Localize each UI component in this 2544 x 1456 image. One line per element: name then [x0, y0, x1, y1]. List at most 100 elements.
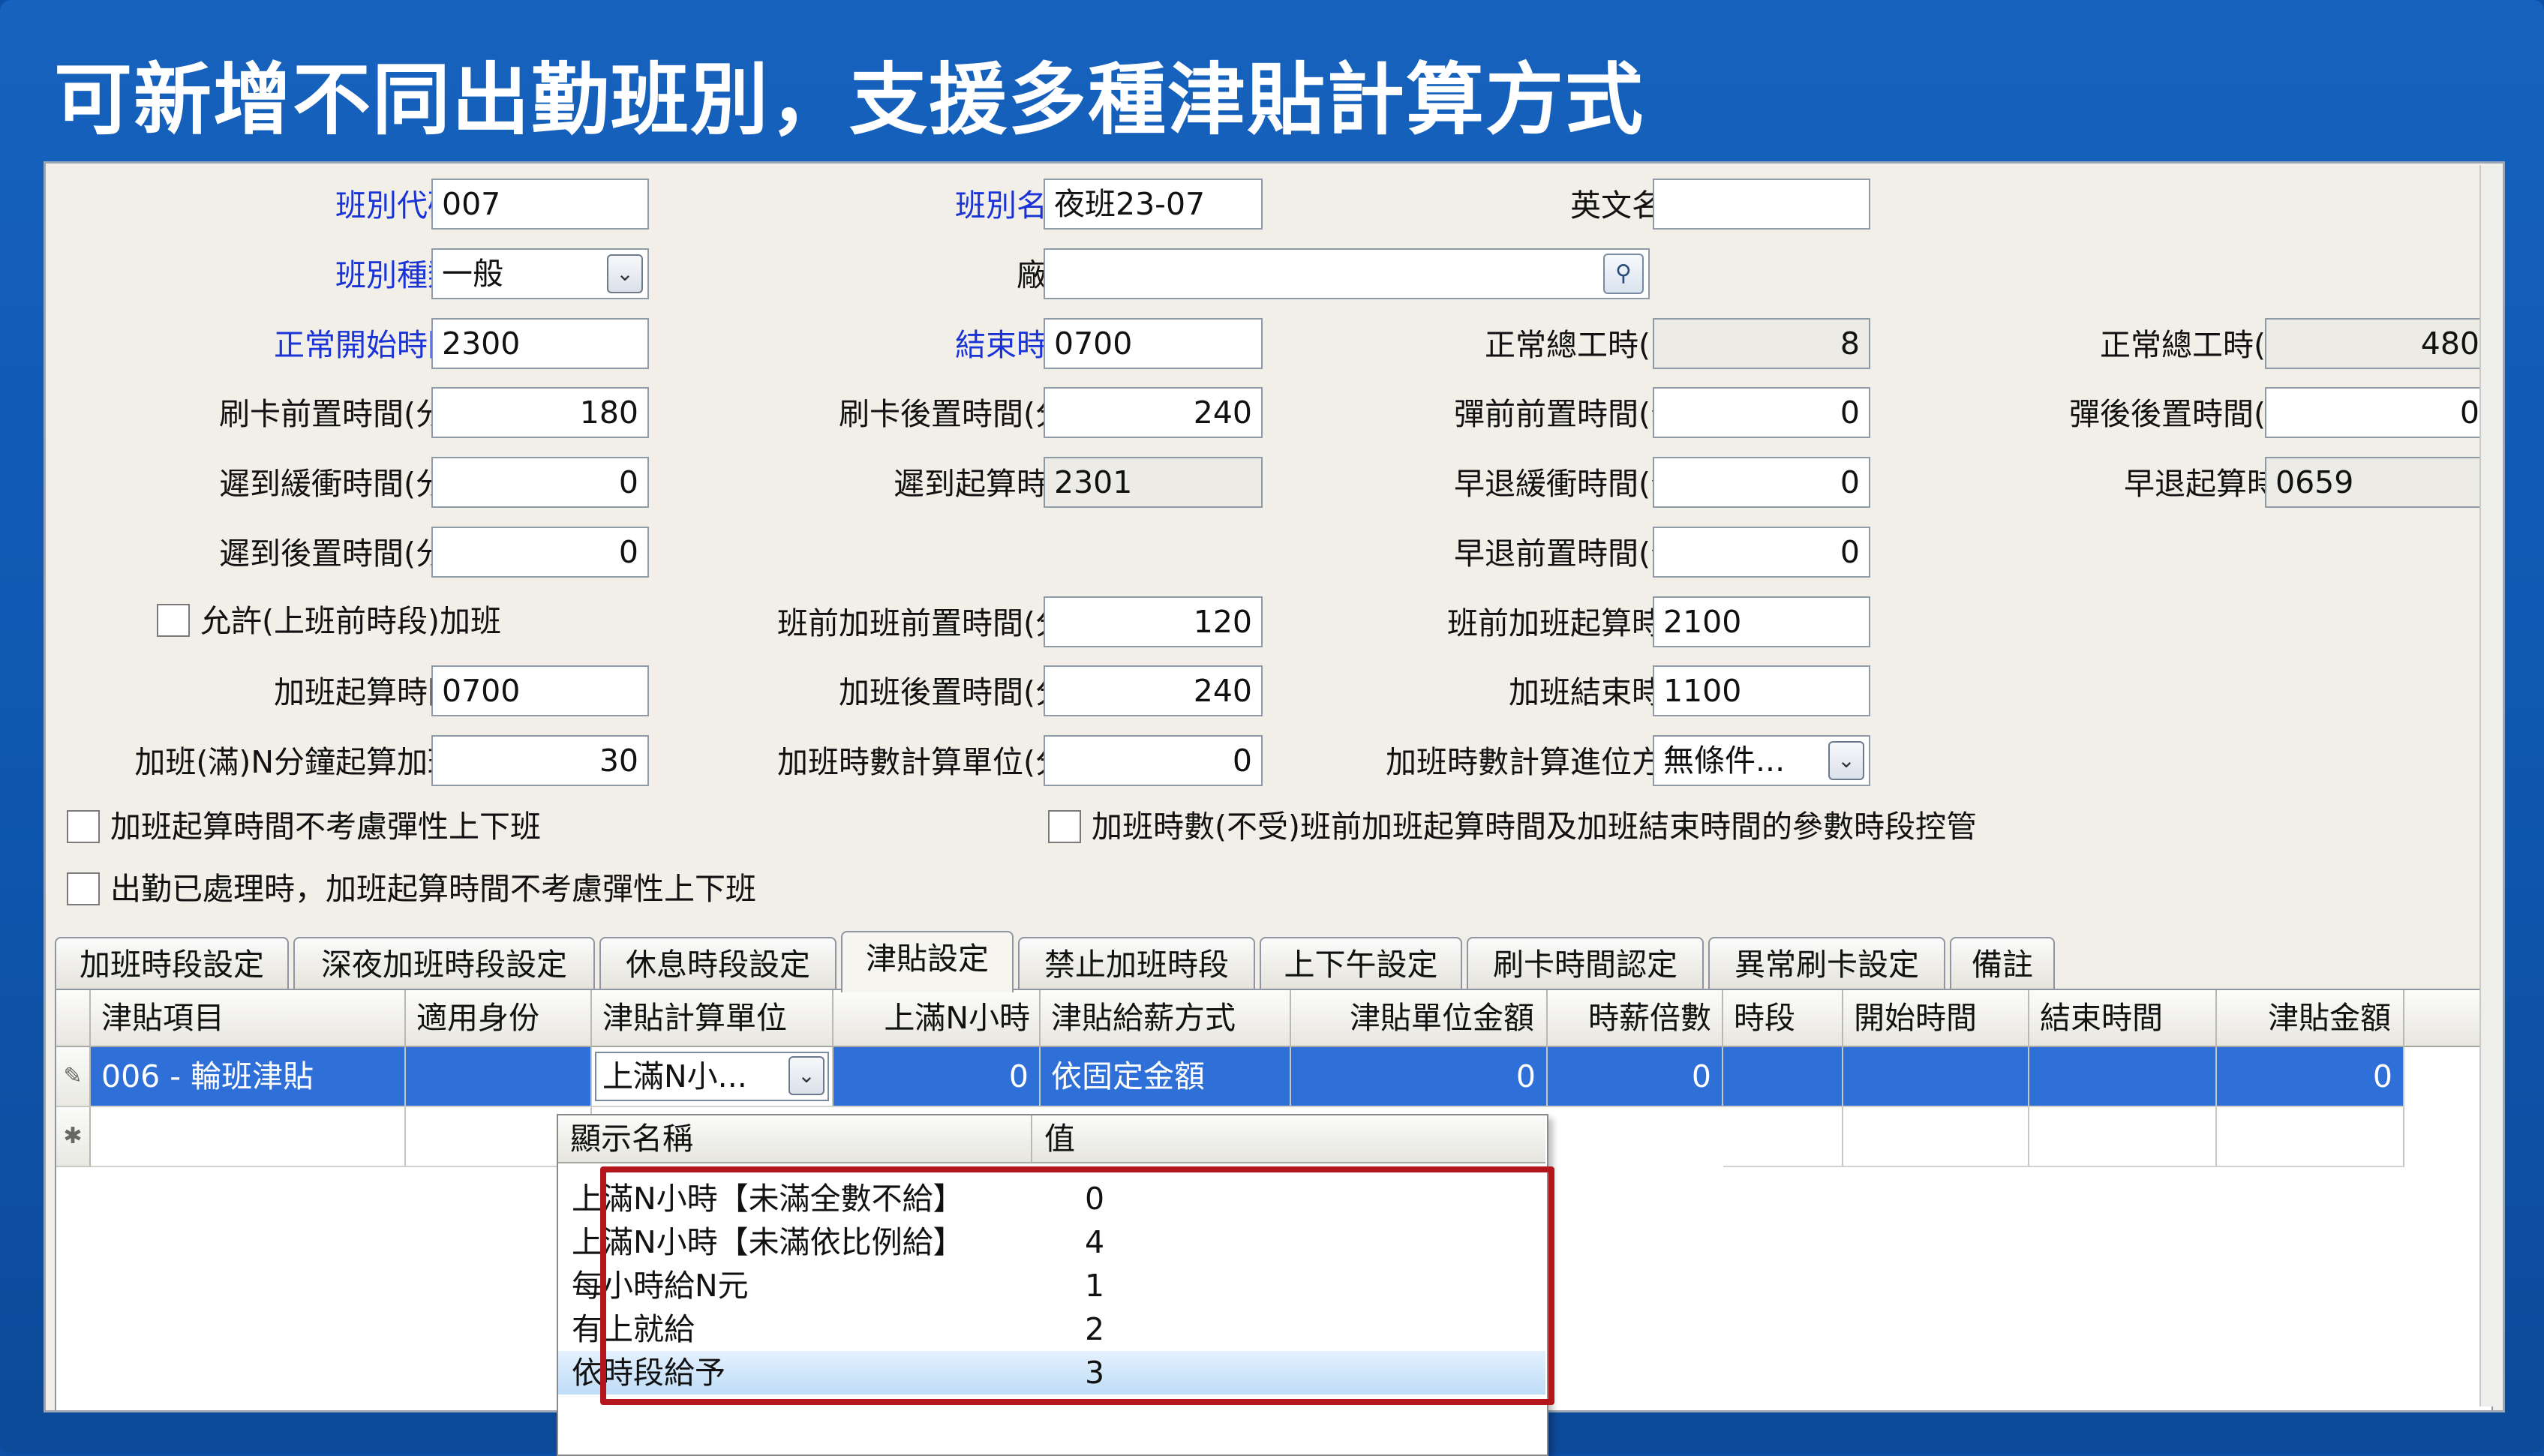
allow-pre-ot-checkbox[interactable]	[157, 604, 190, 637]
cell-calc-unit[interactable]: 上滿N小... ⌄	[592, 1047, 833, 1107]
edit-row-icon[interactable]: ✎	[56, 1047, 91, 1107]
col-header-item[interactable]: 津貼項目	[91, 990, 406, 1047]
normal-start-field[interactable]: 2300	[431, 318, 649, 369]
shift-code-label: 班別代碼	[335, 188, 458, 224]
normal-minutes-label: 正常總工時(分)	[2100, 327, 2308, 363]
early-start-field: 0659	[2265, 457, 2490, 508]
tab-break-periods[interactable]: 休息時段設定	[599, 937, 836, 991]
col-header-n-hours[interactable]: 上滿N小時	[833, 990, 1041, 1047]
tab-abnormal-punch[interactable]: 異常刷卡設定	[1708, 937, 1945, 991]
end-time-field[interactable]: 0700	[1044, 318, 1263, 369]
search-icon[interactable]: ⚲	[1603, 254, 1644, 294]
punch-after-field[interactable]: 240	[1044, 387, 1263, 438]
attendance-processed-checkbox[interactable]	[67, 872, 100, 905]
tab-notes[interactable]: 備註	[1950, 937, 2055, 991]
pre-ot-start-label: 班前加班起算時間	[1447, 605, 1693, 641]
flex-before-pre-field[interactable]: 0	[1653, 387, 1870, 438]
col-header-end-time[interactable]: 結束時間	[2029, 990, 2217, 1047]
chevron-down-icon[interactable]: ⌄	[607, 254, 643, 293]
cell-item[interactable]: 006 - 輪班津貼	[91, 1047, 406, 1107]
col-header-unit-amount[interactable]: 津貼單位金額	[1291, 990, 1548, 1047]
pre-ot-start-field[interactable]: 2100	[1653, 596, 1870, 647]
allow-pre-ot-label: 允許(上班前時段)加班	[200, 603, 501, 639]
settings-tabs: 加班時段設定 深夜加班時段設定 休息時段設定 津貼設定 禁止加班時段 上下午設定…	[55, 931, 2500, 992]
late-start-field: 2301	[1044, 457, 1263, 508]
ot-start-field[interactable]: 0700	[431, 665, 649, 716]
col-header-start-time[interactable]: 開始時間	[1843, 990, 2029, 1047]
early-start-label: 早退起算時間	[2124, 466, 2308, 502]
ot-full-n-field[interactable]: 30	[431, 735, 649, 786]
tab-allowance-settings[interactable]: 津貼設定	[841, 931, 1014, 992]
ot-end-field[interactable]: 1100	[1653, 665, 1870, 716]
cell-hourly-multiple[interactable]: 0	[1548, 1047, 1723, 1107]
punch-after-label: 刷卡後置時間(分)	[839, 396, 1078, 432]
ot-round-select[interactable]: 無條件... ⌄	[1653, 735, 1870, 786]
col-header-hourly-multiple[interactable]: 時薪倍數	[1548, 990, 1723, 1047]
ot-unit-field[interactable]: 0	[1044, 735, 1263, 786]
new-cell-end-time[interactable]	[2029, 1107, 2217, 1167]
tab-night-overtime[interactable]: 深夜加班時段設定	[293, 937, 595, 991]
shift-name-field[interactable]: 夜班23-07	[1044, 179, 1263, 230]
factory-field[interactable]: ⚲	[1044, 248, 1650, 299]
cell-start-time[interactable]	[1843, 1047, 2029, 1107]
cell-identity[interactable]	[406, 1047, 592, 1107]
calc-unit-value: 上滿N小...	[602, 1058, 747, 1094]
early-pre-field[interactable]: 0	[1653, 527, 1870, 578]
dropdown-option[interactable]: 上滿N小時【未滿依比例給】 4	[558, 1220, 1545, 1264]
cell-end-time[interactable]	[2029, 1047, 2217, 1107]
cell-pay-method[interactable]: 依固定金額	[1041, 1047, 1291, 1107]
tab-am-pm[interactable]: 上下午設定	[1260, 937, 1462, 991]
shift-name-label: 班別名稱	[955, 188, 1078, 224]
tab-no-overtime[interactable]: 禁止加班時段	[1018, 937, 1255, 991]
punch-before-field[interactable]: 180	[431, 387, 649, 438]
dropdown-header-value: 值	[1032, 1115, 1545, 1163]
dropdown-option[interactable]: 有上就給 2	[558, 1307, 1545, 1351]
ot-unit-label: 加班時數計算單位(分)	[777, 744, 1078, 780]
chevron-down-icon[interactable]: ⌄	[788, 1056, 824, 1095]
late-buffer-label: 遲到緩衝時間(分)	[219, 466, 458, 502]
shift-type-value: 一般	[442, 256, 503, 292]
ot-start-label: 加班起算時間	[274, 674, 458, 710]
new-cell-start-time[interactable]	[1843, 1107, 2029, 1167]
new-cell-amount[interactable]	[2217, 1107, 2404, 1167]
dropdown-header-name: 顯示名稱	[558, 1115, 1032, 1163]
grid-corner	[56, 990, 91, 1047]
cell-amount[interactable]: 0	[2217, 1047, 2404, 1107]
late-post-field[interactable]: 0	[431, 527, 649, 578]
dropdown-option-highlighted[interactable]: 依時段給予 3	[558, 1351, 1545, 1394]
shift-code-field[interactable]: 007	[431, 179, 649, 230]
new-cell-item[interactable]	[91, 1107, 406, 1167]
chevron-down-icon[interactable]: ⌄	[1828, 741, 1864, 780]
tab-overtime-periods[interactable]: 加班時段設定	[55, 937, 289, 991]
ot-post-field[interactable]: 240	[1044, 665, 1263, 716]
cell-n-hours[interactable]: 0	[833, 1047, 1041, 1107]
ot-hours-unrestricted-checkbox[interactable]	[1048, 810, 1081, 843]
col-header-identity[interactable]: 適用身份	[406, 990, 592, 1047]
col-header-calc-unit[interactable]: 津貼計算單位	[592, 990, 833, 1047]
col-header-period[interactable]: 時段	[1723, 990, 1843, 1047]
tab-punch-time[interactable]: 刷卡時間認定	[1467, 937, 1704, 991]
col-header-filler	[2404, 990, 2491, 1047]
col-header-pay-method[interactable]: 津貼給薪方式	[1041, 990, 1291, 1047]
early-buffer-field[interactable]: 0	[1653, 457, 1870, 508]
ot-ignore-flex-checkbox[interactable]	[67, 810, 100, 843]
punch-before-label: 刷卡前置時間(分)	[219, 396, 458, 432]
end-time-label: 結束時間	[955, 327, 1078, 363]
col-header-amount[interactable]: 津貼金額	[2217, 990, 2404, 1047]
late-buffer-field[interactable]: 0	[431, 457, 649, 508]
flex-after-post-field[interactable]: 0	[2265, 387, 2490, 438]
cell-period[interactable]	[1723, 1047, 1843, 1107]
new-row-icon[interactable]: ✱	[56, 1107, 91, 1167]
vertical-scrollbar[interactable]	[2479, 165, 2500, 1406]
ot-hours-unrestricted-label: 加班時數(不受)班前加班起算時間及加班結束時間的參數時段控管	[1092, 809, 1977, 845]
ot-full-n-label: 加班(滿)N分鐘起算加班	[134, 744, 458, 780]
ot-end-label: 加班結束時間	[1509, 674, 1693, 710]
english-name-field[interactable]	[1653, 179, 1870, 230]
attendance-processed-label: 出勤已處理時，加班起算時間不考慮彈性上下班	[110, 871, 756, 907]
pre-ot-pre-time-field[interactable]: 120	[1044, 596, 1263, 647]
dropdown-option[interactable]: 每小時給N元 1	[558, 1264, 1545, 1307]
new-cell-period[interactable]	[1723, 1107, 1843, 1167]
cell-unit-amount[interactable]: 0	[1291, 1047, 1548, 1107]
dropdown-option[interactable]: 上滿N小時【未滿全數不給】 0	[558, 1177, 1545, 1220]
shift-type-select[interactable]: 一般 ⌄	[431, 248, 649, 299]
